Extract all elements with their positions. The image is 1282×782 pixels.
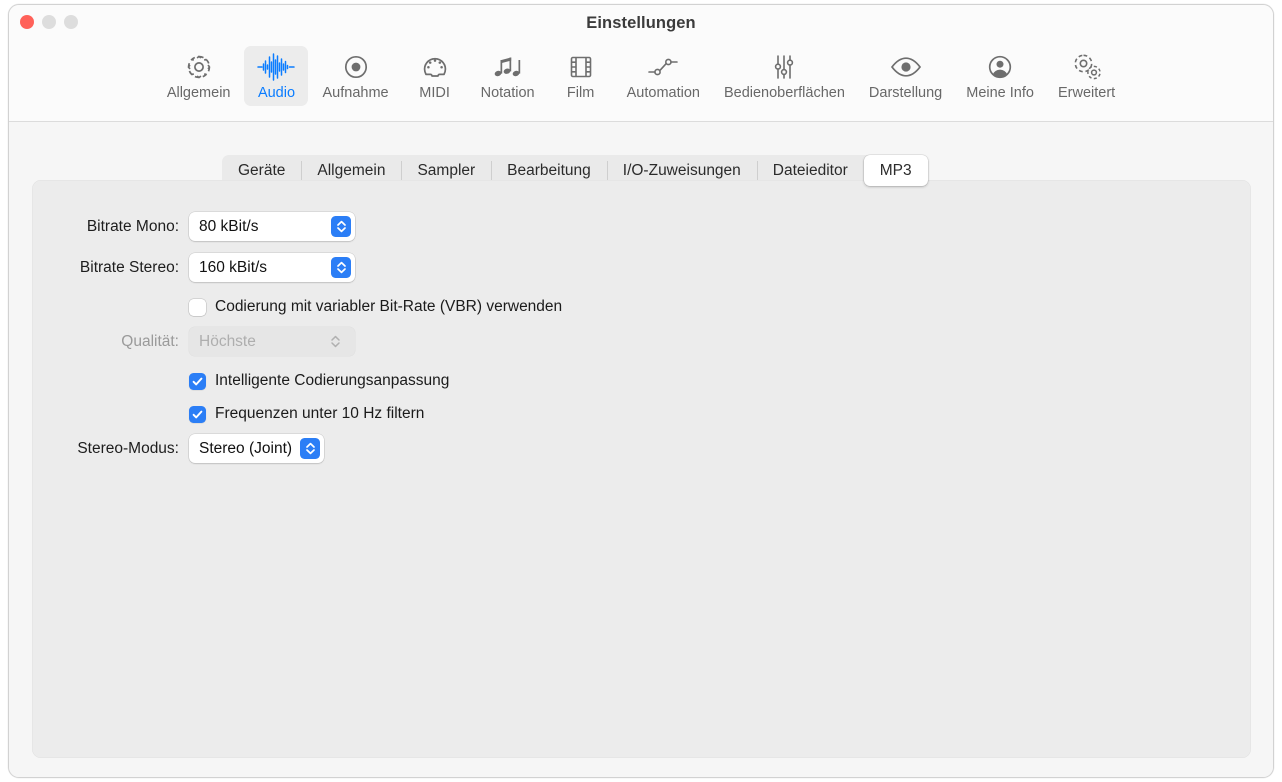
music-notes-icon: [492, 52, 524, 82]
tab-label: Sampler: [417, 161, 476, 179]
quality-popup[interactable]: Höchste: [189, 327, 355, 356]
stereo-mode-value: Stereo (Joint): [199, 439, 293, 457]
bitrate-stereo-popup[interactable]: 160 kBit/s: [189, 253, 355, 282]
toolbar-item-label: Allgemein: [166, 85, 231, 101]
film-strip-icon: [566, 52, 596, 82]
toolbar-item-label: Darstellung: [868, 85, 943, 101]
gear-icon: [184, 52, 214, 82]
tab-label: I/O-Zuweisungen: [622, 161, 741, 179]
toolbar-item-label: Audio: [257, 85, 296, 101]
filter-low-checkbox[interactable]: [189, 405, 206, 423]
stereo-mode-label: Stereo-Modus:: [77, 439, 179, 457]
tab-label: Geräte: [238, 161, 286, 179]
chevron-updown-icon: [331, 257, 351, 278]
toolbar-item-midi[interactable]: MIDI: [403, 46, 467, 106]
toolbar-item-notation[interactable]: Notation: [471, 46, 545, 106]
chevron-updown-icon: [300, 438, 321, 459]
toolbar-item-darstellung[interactable]: Darstellung: [859, 46, 952, 106]
smart-encoding-checkbox[interactable]: [189, 372, 206, 390]
toolbar-item-label: Film: [566, 85, 595, 101]
eye-icon: [889, 52, 923, 82]
waveform-icon: [256, 52, 296, 82]
row-smart-encoding: Intelligente Codierungsanpassung: [32, 368, 1251, 394]
bitrate-stereo-value: 160 kBit/s: [199, 258, 268, 276]
toolbar-item-label: Meine Info: [966, 85, 1034, 101]
bitrate-stereo-label: Bitrate Stereo:: [79, 258, 179, 276]
toolbar-item-label: Automation: [626, 85, 700, 101]
tab-mp3[interactable]: MP3: [863, 155, 928, 186]
row-bitrate-stereo: Bitrate Stereo: 160 kBit/s: [32, 253, 1251, 282]
toolbar-item-label: Aufnahme: [322, 85, 389, 101]
tab-label: Dateieditor: [772, 161, 848, 179]
toolbar-item-meine-info[interactable]: Meine Info: [956, 46, 1044, 106]
midi-port-icon: [420, 52, 450, 82]
bitrate-mono-label: Bitrate Mono:: [86, 217, 179, 235]
row-filter-low: Frequenzen unter 10 Hz filtern: [32, 401, 1251, 427]
double-gear-icon: [1071, 52, 1103, 82]
filter-low-label: Frequenzen unter 10 Hz filtern: [215, 405, 425, 422]
tab-label: Allgemein: [317, 161, 386, 179]
preferences-toolbar: Allgemein Audio Aufnahme MIDI Notation F…: [9, 46, 1273, 106]
row-qualitaet: Qualität: Höchste: [32, 327, 1251, 356]
chevron-updown-icon: [325, 331, 345, 352]
toolbar-item-label: MIDI: [419, 85, 450, 101]
bitrate-mono-value: 80 kBit/s: [199, 217, 259, 235]
toolbar-item-allgemein[interactable]: Allgemein: [157, 46, 241, 106]
smart-encoding-label: Intelligente Codierungsanpassung: [215, 372, 450, 389]
toolbar-item-bedienoberflaechen[interactable]: Bedienoberflächen: [714, 46, 855, 106]
titlebar: Einstellungen Allgemein Audio Aufnahme M…: [9, 5, 1273, 122]
mp3-settings-form: Bitrate Mono: 80 kBit/s Bitrate Stereo: …: [32, 212, 1251, 475]
chevron-updown-icon: [331, 216, 351, 237]
vbr-checkbox[interactable]: [189, 298, 206, 316]
preferences-window: Einstellungen Allgemein Audio Aufnahme M…: [8, 4, 1274, 778]
row-vbr: Codierung mit variabler Bit-Rate (VBR) v…: [32, 294, 1251, 320]
row-bitrate-mono: Bitrate Mono: 80 kBit/s: [32, 212, 1251, 241]
row-stereo-modus: Stereo-Modus: Stereo (Joint): [32, 434, 1251, 463]
toolbar-item-automation[interactable]: Automation: [617, 46, 710, 106]
automation-icon: [646, 52, 680, 82]
vbr-label: Codierung mit variabler Bit-Rate (VBR) v…: [215, 298, 563, 315]
tab-label: Bearbeitung: [507, 161, 591, 179]
toolbar-item-audio[interactable]: Audio: [244, 46, 309, 106]
toolbar-item-label: Erweitert: [1057, 85, 1116, 101]
toolbar-item-erweitert[interactable]: Erweitert: [1048, 46, 1125, 106]
faders-icon: [769, 52, 799, 82]
person-icon: [985, 52, 1015, 82]
tab-label: MP3: [879, 161, 912, 179]
mp3-settings-panel: Bitrate Mono: 80 kBit/s Bitrate Stereo: …: [32, 180, 1251, 758]
window-title: Einstellungen: [586, 14, 696, 32]
record-icon: [341, 52, 371, 82]
quality-value: Höchste: [199, 332, 256, 350]
preferences-body: Geräte Allgemein Sampler Bearbeitung I/O…: [9, 122, 1273, 777]
toolbar-item-aufnahme[interactable]: Aufnahme: [312, 46, 398, 106]
toolbar-item-label: Bedienoberflächen: [723, 85, 845, 101]
toolbar-item-film[interactable]: Film: [549, 46, 613, 106]
stereo-mode-popup[interactable]: Stereo (Joint): [189, 434, 325, 463]
bitrate-mono-popup[interactable]: 80 kBit/s: [189, 212, 355, 241]
toolbar-item-label: Notation: [480, 85, 535, 101]
quality-label: Qualität:: [121, 332, 179, 350]
